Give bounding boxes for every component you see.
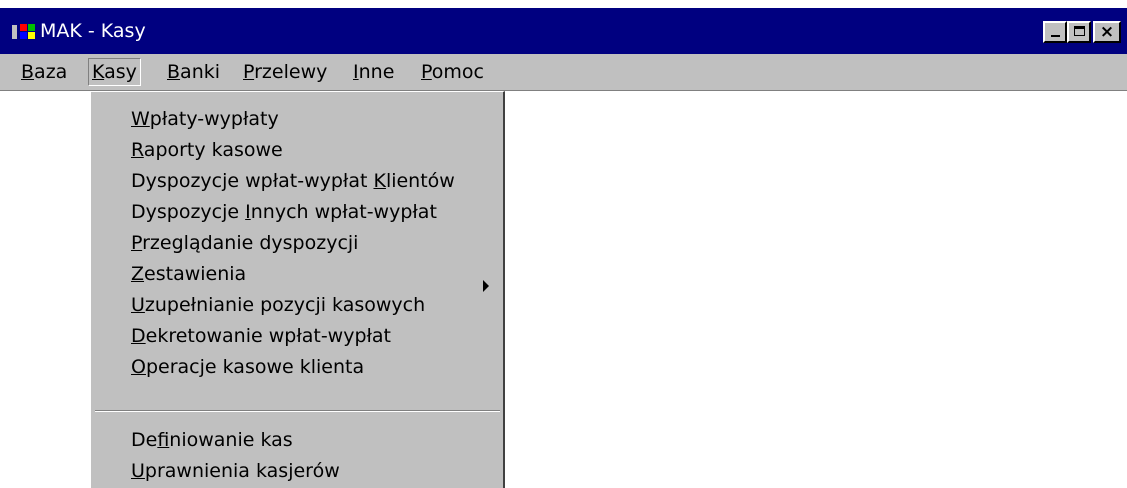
- item-label-post: ekretowanie wpłat-wypłat: [145, 325, 392, 347]
- menu-inne[interactable]: Inne: [350, 58, 397, 86]
- item-label-post: płaty-wypłaty: [149, 108, 279, 130]
- item-label-post: zupełnianie pozycji kasowych: [144, 294, 426, 316]
- menuitem-dyspozycje-klientow[interactable]: Dyspozycje wpłat-wypłat Klientów: [131, 166, 455, 196]
- menu-accelerator: P: [243, 61, 255, 83]
- menu-przelewy[interactable]: Przelewy: [240, 58, 330, 86]
- menu-accelerator: K: [92, 61, 105, 83]
- menu-accelerator: B: [167, 61, 181, 83]
- menu-accelerator: B: [21, 61, 35, 83]
- item-accelerator: P: [131, 232, 143, 254]
- item-label-pre: Dyspozycje: [131, 201, 246, 223]
- menuitem-wplaty-wyplaty[interactable]: Wpłaty-wypłaty: [131, 104, 279, 134]
- menu-baza[interactable]: Baza: [18, 58, 70, 86]
- item-label-post: lientów: [385, 170, 455, 192]
- item-accelerator: R: [131, 139, 144, 161]
- menuitem-dekretowanie[interactable]: Dekretowanie wpłat-wypłat: [131, 321, 391, 351]
- item-label-post: prawnienia kasjerów: [144, 460, 340, 482]
- item-accelerator: Z: [131, 263, 145, 285]
- item-label-post: nnych wpłat-wypłat: [250, 201, 437, 223]
- top-strip: [0, 0, 1127, 8]
- item-label-pre: Dyspozycje wpłat-wypłat: [131, 170, 374, 192]
- item-accelerator: O: [131, 356, 146, 378]
- menu-accelerator: P: [421, 61, 432, 83]
- item-label-post: rzeglądanie dyspozycji: [142, 232, 359, 254]
- item-accelerator: f: [157, 429, 170, 451]
- item-accelerator: K: [373, 170, 386, 192]
- item-label-post: peracje kasowe klienta: [145, 356, 365, 378]
- screen: MAK - Kasy × Baza Kasy Banki Przelewy In…: [0, 0, 1127, 488]
- menuitem-dyspozycje-innych[interactable]: Dyspozycje Innych wpłat-wypłat: [131, 197, 437, 227]
- kasy-dropdown-menu: Wpłaty-wypłaty Raporty kasowe Dyspozycje…: [90, 91, 505, 488]
- menuitem-definiowanie-kas[interactable]: Definiowanie kas: [131, 425, 293, 455]
- window-title: MAK - Kasy: [40, 20, 146, 42]
- item-accelerator: W: [131, 108, 150, 130]
- menu-banki[interactable]: Banki: [164, 58, 223, 86]
- maximize-button[interactable]: [1067, 21, 1091, 43]
- menu-label-post: omoc: [431, 61, 484, 83]
- menu-label-post: anki: [180, 61, 221, 83]
- menu-label-post: rzelewy: [254, 61, 328, 83]
- menuitem-raporty-kasowe[interactable]: Raporty kasowe: [131, 135, 283, 165]
- menuitem-operacje-kasowe-klienta[interactable]: Operacje kasowe klienta: [131, 352, 364, 382]
- minimize-icon: [1051, 35, 1060, 37]
- item-label-post: iniowanie kas: [169, 429, 293, 451]
- item-accelerator: D: [131, 325, 146, 347]
- minimize-button[interactable]: [1043, 21, 1067, 43]
- menu-pomoc[interactable]: Pomoc: [418, 58, 487, 86]
- close-icon: ×: [1099, 22, 1115, 42]
- menu-label-post: aza: [34, 61, 68, 83]
- menu-label-post: nne: [358, 61, 395, 83]
- windows-flag-icon: [10, 22, 38, 42]
- item-accelerator: U: [131, 294, 145, 316]
- menu-kasy[interactable]: Kasy: [88, 58, 141, 86]
- menuitem-zestawienia[interactable]: Zestawienia: [131, 259, 246, 289]
- close-button[interactable]: ×: [1093, 21, 1121, 43]
- menuitem-uzupelnianie-pozycji[interactable]: Uzupełnianie pozycji kasowych: [131, 290, 425, 320]
- item-label-post: aporty kasowe: [143, 139, 283, 161]
- menubar: Baza Kasy Banki Przelewy Inne Pomoc: [0, 54, 1127, 91]
- submenu-arrow-icon: [483, 280, 489, 292]
- menuitem-przegladanie-dyspozycji[interactable]: Przeglądanie dyspozycji: [131, 228, 358, 258]
- titlebar[interactable]: MAK - Kasy ×: [0, 8, 1127, 54]
- item-accelerator: U: [131, 460, 145, 482]
- item-label-pre: De: [131, 429, 158, 451]
- maximize-icon: [1074, 26, 1085, 36]
- menuitem-uprawnienia-kasjerow[interactable]: Uprawnienia kasjerów: [131, 456, 340, 486]
- menu-label-post: asy: [104, 61, 137, 83]
- item-label-post: estawienia: [144, 263, 247, 285]
- menu-separator: [95, 410, 500, 412]
